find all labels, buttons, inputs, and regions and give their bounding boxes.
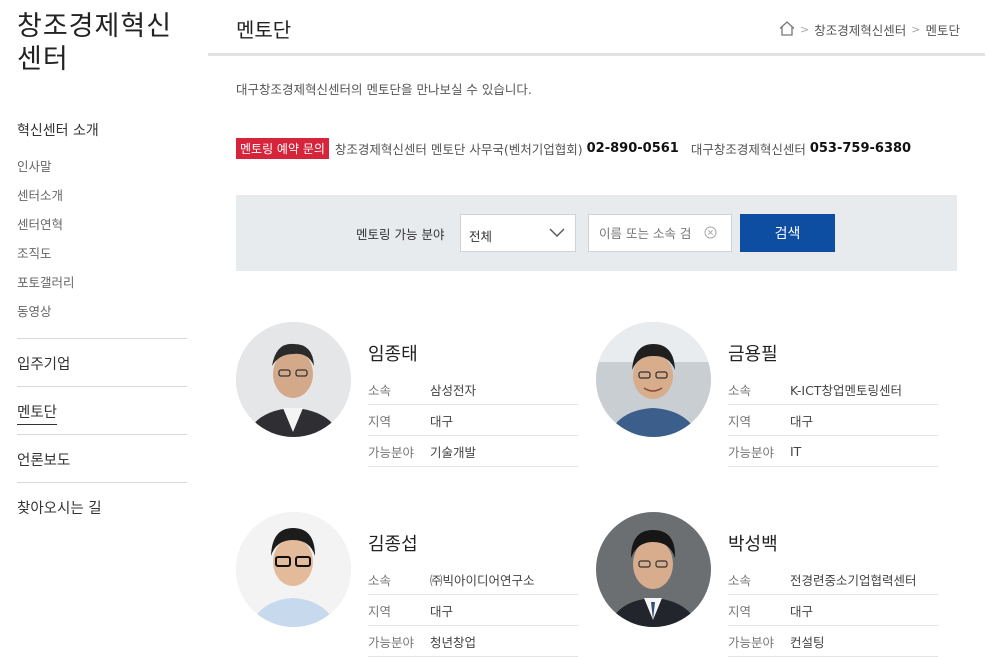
- mentor-photo: [596, 322, 711, 437]
- center-phone: 053-759-6380: [809, 141, 912, 156]
- nav-item-press[interactable]: 언론보도: [17, 434, 187, 482]
- nav-group-about[interactable]: 혁신센터 소개: [17, 120, 99, 140]
- field-value: 청년창업: [430, 634, 477, 650]
- search-button[interactable]: 검색: [740, 214, 835, 252]
- mentor-row-region: 지역 대구: [368, 595, 578, 626]
- mentor-row-org: 소속 삼성전자: [368, 374, 578, 405]
- org-value: ㈜빅아이디어연구소: [430, 572, 535, 588]
- submenu-item-greeting[interactable]: 인사말: [17, 157, 75, 186]
- field-value: 컨설팅: [790, 634, 825, 650]
- mentor-photo: [596, 512, 711, 627]
- mentor-row-org: 소속 전경련중소기업협력센터: [728, 564, 938, 595]
- breadcrumb: > 창조경제혁신센터 > 멘토단: [779, 20, 960, 39]
- region-value: 대구: [790, 603, 814, 619]
- field-label: 가능분야: [368, 634, 415, 650]
- mentor-name: 김종섭: [368, 534, 418, 555]
- field-label: 가능분야: [728, 444, 775, 460]
- org-label: 소속: [728, 572, 752, 588]
- submenu-item-organization[interactable]: 조직도: [17, 244, 75, 273]
- sidebar: 창조경제혁신 센터 혁신센터 소개 인사말 센터소개 센터연혁 조직도 포토갤러리…: [0, 0, 200, 657]
- mentor-card[interactable]: 금용필 소속 K-ICT창업멘토링센터 지역 대구 가능분야 IT: [596, 322, 941, 472]
- submenu-item-videos[interactable]: 동영상: [17, 302, 75, 331]
- breadcrumb-separator: >: [911, 23, 921, 36]
- field-label: 가능분야: [368, 444, 415, 460]
- mentor-row-field: 가능분야 청년창업: [368, 626, 578, 657]
- region-label: 지역: [728, 413, 752, 429]
- header-divider: [208, 53, 985, 56]
- chevron-down-icon: [549, 228, 565, 237]
- office-phone: 02-890-0561: [586, 141, 679, 156]
- home-icon[interactable]: [779, 20, 795, 39]
- org-label: 소속: [728, 382, 752, 398]
- region-label: 지역: [368, 413, 392, 429]
- submenu-item-history[interactable]: 센터연혁: [17, 215, 75, 244]
- page-title: 멘토단: [236, 18, 292, 42]
- breadcrumb-item-mentors[interactable]: 멘토단: [925, 20, 960, 39]
- breadcrumb-item-center[interactable]: 창조경제혁신센터: [814, 20, 906, 39]
- mentor-photo: [236, 512, 351, 627]
- mentor-name: 박성백: [728, 534, 778, 555]
- nav-item-directions[interactable]: 찾아오시는 길: [17, 482, 187, 530]
- mentor-photo: [236, 322, 351, 437]
- nav-item-label: 찾아오시는 길: [17, 501, 102, 517]
- submenu-item-center-intro[interactable]: 센터소개: [17, 186, 75, 215]
- mentor-row-field: 가능분야 컨설팅: [728, 626, 938, 657]
- search-panel: 멘토링 가능 분야 전체 검색: [236, 195, 957, 271]
- about-submenu: 인사말 센터소개 센터연혁 조직도 포토갤러리 동영상: [17, 157, 75, 331]
- field-value: 기술개발: [430, 444, 477, 460]
- field-filter-label: 멘토링 가능 분야: [356, 227, 445, 242]
- office-label: 창조경제혁신센터 멘토단 사무국(벤처기업협회): [334, 142, 583, 157]
- center-label: 대구창조경제혁신센터: [690, 142, 806, 157]
- region-label: 지역: [368, 603, 392, 619]
- field-select-value: 전체: [469, 229, 493, 244]
- breadcrumb-separator: >: [800, 23, 810, 36]
- mentor-card[interactable]: 박성백 소속 전경련중소기업협력센터 지역 대구 가능분야 컨설팅: [596, 512, 941, 657]
- mentor-row-org: 소속 ㈜빅아이디어연구소: [368, 564, 578, 595]
- intro-text: 대구창조경제혁신센터의 멘토단을 만나보실 수 있습니다.: [236, 82, 532, 97]
- clear-icon[interactable]: [704, 226, 717, 239]
- contact-info: 멘토링 예약 문의 창조경제혁신센터 멘토단 사무국(벤처기업협회) 02-89…: [236, 138, 923, 159]
- field-label: 가능분야: [728, 634, 775, 650]
- reservation-badge: 멘토링 예약 문의: [236, 138, 329, 159]
- nav-item-label: 멘토단: [17, 405, 58, 425]
- org-label: 소속: [368, 382, 392, 398]
- org-value: K-ICT창업멘토링센터: [790, 382, 902, 398]
- nav-item-companies[interactable]: 입주기업: [17, 338, 187, 386]
- region-value: 대구: [790, 413, 814, 429]
- mentor-row-org: 소속 K-ICT창업멘토링센터: [728, 374, 938, 405]
- nav-item-mentors[interactable]: 멘토단: [17, 386, 187, 434]
- nav-item-label: 입주기업: [17, 357, 71, 373]
- mentor-row-field: 가능분야 기술개발: [368, 436, 578, 467]
- site-title[interactable]: 창조경제혁신 센터: [17, 10, 192, 76]
- mentor-info: 소속 전경련중소기업협력센터 지역 대구 가능분야 컨설팅: [728, 564, 938, 657]
- region-label: 지역: [728, 603, 752, 619]
- region-value: 대구: [430, 603, 454, 619]
- mentor-info: 소속 삼성전자 지역 대구 가능분야 기술개발: [368, 374, 578, 467]
- org-value: 전경련중소기업협력센터: [790, 572, 917, 588]
- mentor-card[interactable]: 임종태 소속 삼성전자 지역 대구 가능분야 기술개발: [236, 322, 581, 472]
- field-select[interactable]: 전체: [460, 214, 576, 252]
- org-label: 소속: [368, 572, 392, 588]
- region-value: 대구: [430, 413, 454, 429]
- field-value: IT: [790, 443, 802, 459]
- mentor-row-region: 지역 대구: [728, 405, 938, 436]
- submenu-item-photo-gallery[interactable]: 포토갤러리: [17, 273, 75, 302]
- mentor-card[interactable]: 김종섭 소속 ㈜빅아이디어연구소 지역 대구 가능분야 청년창업: [236, 512, 581, 657]
- mentor-info: 소속 ㈜빅아이디어연구소 지역 대구 가능분야 청년창업: [368, 564, 578, 657]
- mentor-row-field: 가능분야 IT: [728, 436, 938, 467]
- mentor-info: 소속 K-ICT창업멘토링센터 지역 대구 가능분야 IT: [728, 374, 938, 467]
- mentor-row-region: 지역 대구: [728, 595, 938, 626]
- nav-item-label: 언론보도: [17, 453, 71, 469]
- mentor-name: 임종태: [368, 344, 418, 365]
- mentor-row-region: 지역 대구: [368, 405, 578, 436]
- org-value: 삼성전자: [430, 382, 477, 398]
- mentor-name: 금용필: [728, 344, 778, 365]
